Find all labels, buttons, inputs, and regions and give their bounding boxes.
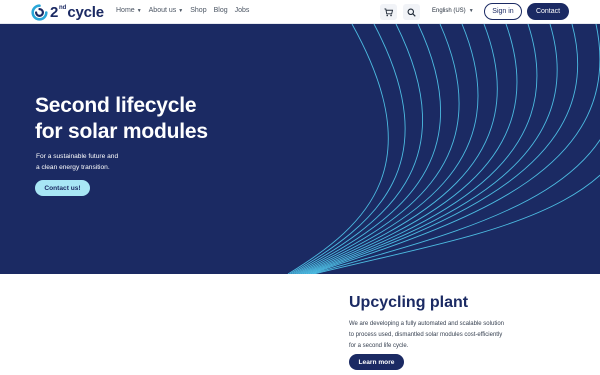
chevron-down-icon: ▼: [468, 8, 474, 14]
learn-more-button[interactable]: Learn more: [349, 354, 404, 370]
cart-icon: [384, 7, 393, 16]
nav-jobs-label: Jobs: [234, 7, 250, 14]
upcycling-text-line-2: to process used, dismantled solar module…: [349, 332, 503, 338]
upcycling-description: We are developing a fully automated and …: [349, 319, 539, 352]
nav-shop[interactable]: Shop: [190, 7, 206, 14]
upcycling-text-line-1: We are developing a fully automated and …: [349, 321, 504, 327]
nav-home[interactable]: Home ▼: [116, 7, 142, 14]
nav-about-us[interactable]: About us ▼: [149, 7, 184, 14]
contact-us-button[interactable]: Contact us!: [35, 180, 90, 196]
language-selector[interactable]: English (US) ▼: [432, 8, 474, 14]
nav-blog-label: Blog: [213, 7, 228, 14]
upcycling-text-line-3: for a second life cycle.: [349, 343, 409, 349]
hero-subtitle-line-1: For a sustainable future and: [36, 153, 119, 160]
nav-about-label: About us: [148, 7, 177, 14]
site-header: 2nd cycle Home ▼ About us ▼ Shop Blog Jo…: [0, 0, 600, 24]
hero-section: Second lifecycle for solar modules For a…: [0, 24, 600, 274]
decorative-wave-lines: [287, 24, 600, 274]
cart-button[interactable]: [380, 4, 397, 20]
hero-subtitle: For a sustainable future and a clean ene…: [36, 151, 156, 173]
main-nav: Home ▼ About us ▼ Shop Blog Jobs: [116, 7, 249, 14]
logo-superscript: nd: [59, 4, 67, 11]
sign-in-button[interactable]: Sign in: [484, 3, 522, 20]
nav-jobs[interactable]: Jobs: [235, 7, 250, 14]
search-button[interactable]: [403, 4, 420, 20]
contact-button[interactable]: Contact: [527, 3, 569, 20]
search-icon: [407, 8, 416, 17]
hero-title-line-2: for solar modules: [35, 120, 208, 143]
hero-title: Second lifecycle for solar modules: [35, 93, 295, 145]
logo-number: 2nd: [50, 3, 67, 21]
hero-title-line-1: Second lifecycle: [35, 94, 197, 117]
hero-subtitle-line-2: a clean energy transition.: [36, 164, 110, 171]
upcycling-title: Upcycling plant: [349, 294, 469, 311]
logo-swirl-icon: [31, 3, 48, 21]
nav-blog[interactable]: Blog: [214, 7, 228, 14]
language-label: English (US): [432, 8, 466, 14]
nav-home-label: Home: [116, 7, 135, 14]
site-logo[interactable]: 2nd cycle: [31, 3, 104, 21]
logo-word: cycle: [67, 3, 104, 21]
chevron-down-icon: ▼: [178, 7, 184, 14]
nav-shop-label: Shop: [190, 7, 207, 14]
chevron-down-icon: ▼: [136, 7, 142, 14]
